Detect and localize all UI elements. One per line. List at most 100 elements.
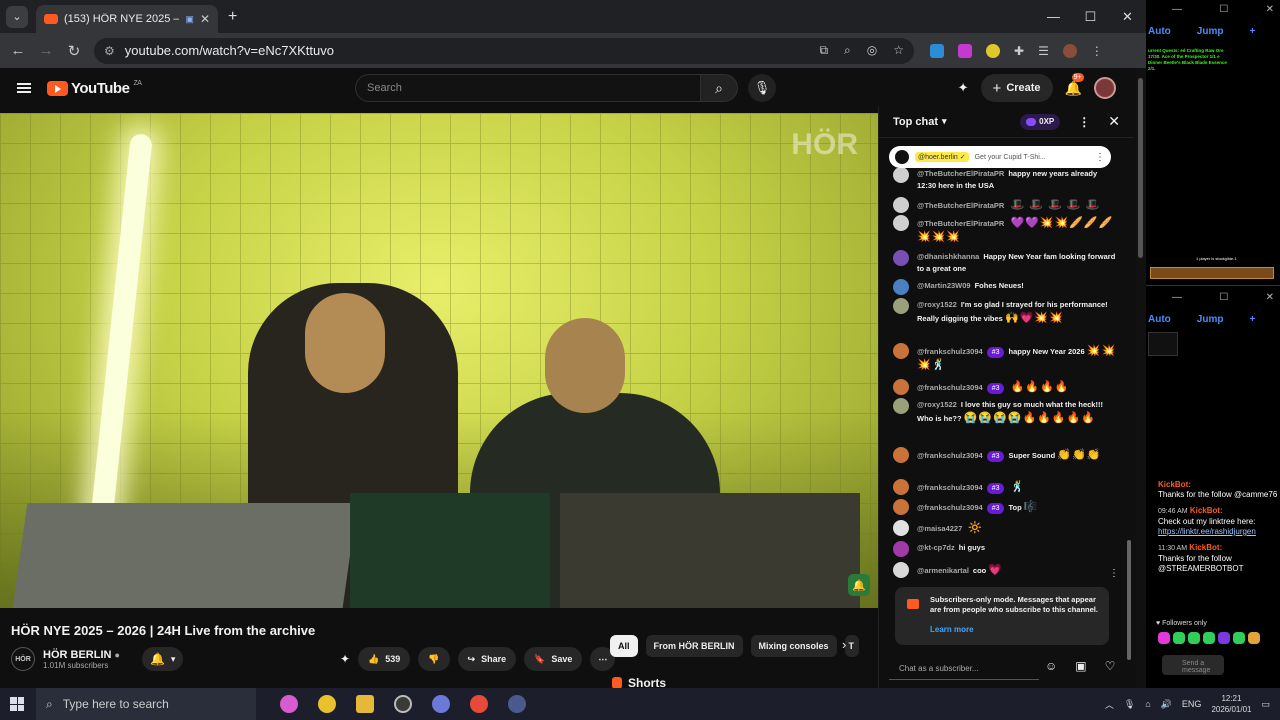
chat-message[interactable]: @maisa4227 🔆: [893, 520, 1117, 536]
emote-icon[interactable]: [1188, 632, 1200, 644]
file-explorer-icon[interactable]: [356, 695, 374, 713]
linktree-link[interactable]: https://linktr.ee/rashidjurgen: [1158, 527, 1278, 537]
super-chat-icon[interactable]: ▣: [1075, 659, 1086, 673]
emoji-icon[interactable]: ☺: [1045, 659, 1057, 673]
minimize-icon[interactable]: —: [1172, 4, 1182, 15]
puzzle-ext-icon[interactable]: ✦: [958, 80, 969, 96]
chat-avatar[interactable]: [893, 520, 909, 536]
dislike-button[interactable]: 👎: [418, 647, 450, 671]
youtube-logo[interactable]: YouTube ZA: [47, 80, 142, 97]
learn-more-link[interactable]: Learn more: [930, 625, 1099, 635]
site-info-icon[interactable]: ⚙: [104, 44, 115, 58]
save-button[interactable]: 🔖 Save: [524, 647, 583, 671]
chat-avatar[interactable]: [893, 499, 909, 515]
extension-3-icon[interactable]: [986, 43, 1000, 58]
taskbar-search[interactable]: ⌕ Type here to search: [36, 688, 256, 720]
forward-icon[interactable]: →: [32, 42, 60, 59]
chat-close-icon[interactable]: ✕: [1108, 113, 1120, 130]
chat-avatar[interactable]: [893, 298, 909, 314]
chat-mode-selector[interactable]: Top chat: [893, 116, 938, 128]
channel-avatar[interactable]: HÖR: [11, 647, 35, 671]
chat-message[interactable]: @frankschulz3094 #3 🕺: [893, 479, 1117, 495]
chat-author[interactable]: @TheButcherElPirataPR: [917, 219, 1004, 228]
create-button[interactable]: + Create: [980, 74, 1053, 102]
chat-author[interactable]: @frankschulz3094: [917, 503, 983, 512]
add-tab-icon[interactable]: +: [1249, 314, 1255, 325]
chat-author[interactable]: @frankschulz3094: [917, 383, 983, 392]
chat-message[interactable]: @roxy1522 I love this guy so much what th…: [893, 398, 1117, 425]
browser-tab-active[interactable]: (153) HÖR NYE 2025 – 2026 ▣ ✕: [36, 5, 218, 33]
chat-author[interactable]: @frankschulz3094: [917, 451, 983, 460]
page-scrollbar[interactable]: [1136, 68, 1146, 688]
chat-message[interactable]: @armenikartal coo 💗: [893, 562, 1117, 578]
windows-start-icon[interactable]: [10, 697, 24, 711]
chip-all[interactable]: All: [610, 635, 638, 657]
chat-message[interactable]: @TheButcherElPirataPR 💜💜💥💥🥖🥖🥖💥💥💥: [893, 215, 1117, 244]
app-2-icon[interactable]: [508, 695, 526, 713]
minimize-icon[interactable]: —: [1035, 0, 1072, 33]
notifications-button[interactable]: 🔔 9+: [1065, 72, 1084, 97]
chat-message[interactable]: @dhanishkhanna Happy New Year fam looking…: [893, 250, 1117, 275]
chat-author[interactable]: @TheButcherElPirataPR: [917, 169, 1004, 178]
chat-author[interactable]: @dhanishkhanna: [917, 252, 979, 261]
chat-avatar[interactable]: [893, 343, 909, 359]
send-message-input[interactable]: Send a message: [1162, 655, 1224, 675]
new-tab-button[interactable]: +: [228, 8, 237, 26]
chat-message[interactable]: @frankschulz3094 #3 Top 🎼: [893, 499, 1117, 515]
video-player[interactable]: HÖR 🔔: [0, 113, 878, 608]
media-icon[interactable]: ☰: [1038, 44, 1049, 58]
tab-jump[interactable]: Jump: [1197, 314, 1224, 325]
chip-mixing-consoles[interactable]: Mixing consoles: [750, 635, 837, 657]
language-indicator[interactable]: ENG: [1182, 699, 1202, 709]
chat-message[interactable]: @Martin23W09 Fohes Neues!: [893, 279, 1117, 295]
chat-message[interactable]: @kt-cp7dz hi guys: [893, 541, 1117, 557]
chat-avatar[interactable]: [893, 379, 909, 395]
zoom-icon[interactable]: ⌕: [844, 43, 851, 58]
mic-tray-icon[interactable]: 🎙: [1124, 699, 1135, 710]
tab-auto[interactable]: Auto: [1148, 314, 1171, 325]
emote-icon[interactable]: [1233, 632, 1245, 644]
eye-off-icon[interactable]: ◎: [867, 43, 877, 58]
share-button[interactable]: ↪ Share: [457, 647, 517, 671]
like-button[interactable]: 👍 539: [358, 647, 411, 671]
live-notify-icon[interactable]: 🔔: [848, 574, 870, 596]
chat-author[interactable]: @kt-cp7dz: [917, 543, 955, 552]
chrome-icon[interactable]: [318, 695, 336, 713]
close-window-icon[interactable]: ✕: [1109, 0, 1146, 33]
chrome-active-icon[interactable]: [470, 695, 488, 713]
back-icon[interactable]: ←: [4, 42, 32, 59]
chat-message[interactable]: @TheButcherElPirataPR happy new years alr…: [893, 168, 1117, 192]
profile-icon[interactable]: [1062, 43, 1077, 58]
close-tab-icon[interactable]: ✕: [200, 12, 210, 26]
subscribe-bell-button[interactable]: 🔔 ▾: [141, 647, 184, 671]
chat-more-icon[interactable]: ⋮: [1078, 115, 1090, 129]
chip-truncated[interactable]: T: [844, 635, 859, 657]
menu-icon[interactable]: [17, 83, 31, 93]
tab-jump[interactable]: Jump: [1197, 26, 1224, 37]
maximize-icon[interactable]: ☐: [1219, 292, 1228, 303]
maximize-icon[interactable]: ☐: [1072, 0, 1109, 33]
app-icon[interactable]: [432, 695, 450, 713]
emote-icon[interactable]: [1248, 632, 1260, 644]
extension-action-icon[interactable]: ✦: [340, 652, 350, 666]
chat-scroll-thumb[interactable]: [1127, 540, 1131, 660]
obs-icon[interactable]: [394, 695, 412, 713]
pinned-more-icon[interactable]: ⋮: [1095, 152, 1105, 163]
chips-next-icon[interactable]: ›: [842, 637, 846, 652]
clock[interactable]: 12:21 2026/01/01: [1211, 693, 1251, 715]
search-button[interactable]: ⌕: [700, 74, 738, 102]
chat-author[interactable]: @armenikartal: [917, 566, 969, 575]
chat-input[interactable]: Chat as a subscriber...: [889, 656, 1039, 680]
chat-avatar[interactable]: [893, 398, 909, 414]
search-input[interactable]: Search: [355, 74, 701, 102]
chat-message[interactable]: @frankschulz3094 #3 happy New Year 2026 💥💥…: [893, 343, 1117, 372]
maximize-icon[interactable]: ☐: [1219, 4, 1228, 15]
notification-center-icon[interactable]: ▭: [1261, 699, 1270, 710]
chat-avatar[interactable]: [893, 562, 909, 578]
chat-avatar[interactable]: [893, 541, 909, 557]
bookmark-star-icon[interactable]: ☆: [893, 43, 904, 58]
extension-2-icon[interactable]: [958, 43, 972, 58]
install-app-icon[interactable]: ⧉: [819, 43, 828, 58]
chat-avatar[interactable]: [893, 168, 909, 183]
extension-1-icon[interactable]: [930, 43, 944, 58]
